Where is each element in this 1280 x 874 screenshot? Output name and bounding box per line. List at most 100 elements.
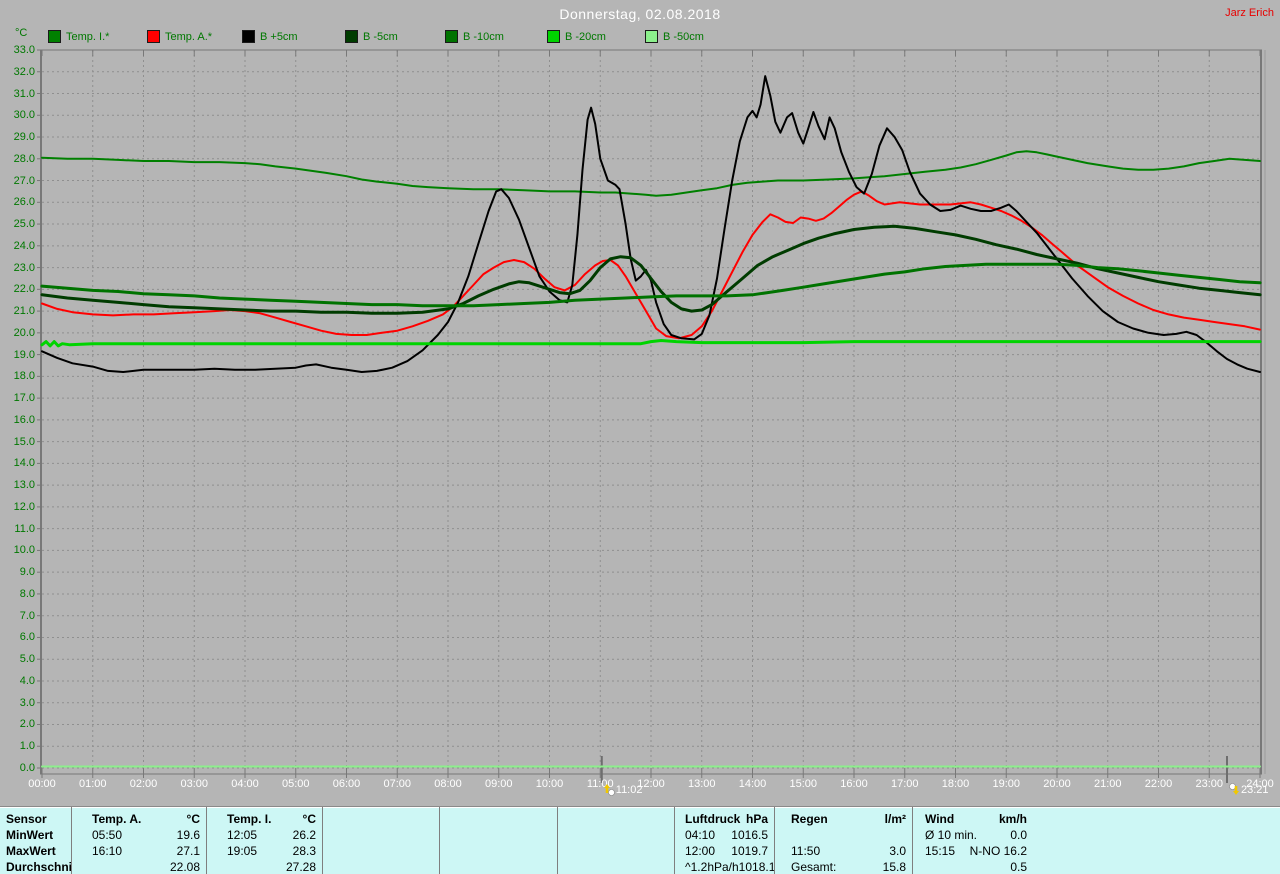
cell-time: Gesamt: [781,859,836,874]
y-tick-label: 12.0 [0,501,35,513]
x-tick-label: 21:00 [1086,778,1130,790]
marker-2321: 23:21 [1228,783,1269,796]
y-tick-label: 10.0 [0,544,35,556]
table-row-label: MinWert [0,827,71,843]
table-cell-row: 16:1027.1 [72,843,206,859]
marker-time-label: 11:02 [616,784,643,796]
x-tick-label: 23:00 [1187,778,1231,790]
table-cell-row: 12:0526.2 [207,827,322,843]
table-cell-row [558,827,674,843]
table-column-temp-i: Temp. I.°C12:0526.219:0528.327.28 [207,807,323,874]
table-cell-row: 04:101016.5 [675,827,774,843]
cell-time: 05:50 [78,827,122,843]
x-tick-label: 10:00 [528,778,572,790]
table-cell-row [323,827,439,843]
x-tick-label: 16:00 [832,778,876,790]
table-cell-row [440,843,557,859]
y-tick-label: 30.0 [0,109,35,121]
column-title: Regen [781,811,828,827]
moonset-icon [1228,783,1240,796]
cell-value: 0.5 [1010,859,1027,874]
table-column-header [440,811,557,827]
y-tick-label: 0.0 [0,762,35,774]
x-tick-label: 02:00 [122,778,166,790]
table-cell-row [323,859,439,874]
cell-time [919,859,925,874]
table-row-label: Durchschnitt [0,859,71,874]
table-column-sensor: SensorMinWertMaxWertDurchschnitt [0,807,72,874]
cell-value: 19.6 [177,827,200,843]
table-column-header [323,811,439,827]
y-tick-label: 16.0 [0,414,35,426]
table-column-header: Regenl/m² [775,811,912,827]
table-column-luftdruck: LuftdruckhPa04:101016.512:001019.7^1.2hP… [675,807,775,874]
table-column-empty-1 [323,807,440,874]
y-tick-label: 14.0 [0,457,35,469]
x-tick-label: 17:00 [883,778,927,790]
table-column-header: Temp. A.°C [72,811,206,827]
y-tick-label: 28.0 [0,153,35,165]
cell-value: 28.3 [293,843,316,859]
table-cell-row: 19:0528.3 [207,843,322,859]
table-cell-row [440,859,557,874]
table-cell-row [558,843,674,859]
y-tick-label: 6.0 [0,631,35,643]
table-row-label: MaxWert [0,843,71,859]
table-cell-row: 15:15 N-NO 16.2 [913,843,1033,859]
temperature-chart [0,0,1280,800]
y-tick-label: 25.0 [0,218,35,230]
y-tick-label: 1.0 [0,740,35,752]
column-unit: hPa [746,811,768,827]
y-tick-label: 15.0 [0,436,35,448]
table-cell-row: 27.28 [207,859,322,874]
table-cell-row: Ø 10 min.0.0 [913,827,1033,843]
cell-time: Ø 10 min. [919,827,977,843]
cell-value: 3.0 [889,843,906,859]
x-tick-label: 00:00 [20,778,64,790]
x-tick-label: 13:00 [680,778,724,790]
y-tick-label: 24.0 [0,240,35,252]
table-column-content: Windkm/hØ 10 min.0.015:15N-NO 16.20.5 [913,811,1033,874]
x-tick-label: 19:00 [984,778,1028,790]
cell-time [78,859,92,874]
table-cell-row: Gesamt:15.8 [775,859,912,874]
table-cell-row: ^1.2hPa/h1018.1 [675,859,774,874]
cell-time: 15:15 [919,843,955,859]
table-cell-row [323,843,439,859]
x-tick-label: 01:00 [71,778,115,790]
cell-value: 1018.1 [739,859,774,874]
series-temp-i [42,151,1260,196]
cell-time: 16:10 [78,843,122,859]
x-tick-label: 08:00 [426,778,470,790]
cell-value: N-NO 16.2 [970,843,1027,859]
cell-time: 12:00 [681,843,715,859]
table-column-header: Luftdruck hPa [675,811,774,827]
x-tick-label: 22:00 [1137,778,1181,790]
x-tick-label: 15:00 [781,778,825,790]
cell-value: 27.28 [286,859,316,874]
y-tick-label: 7.0 [0,610,35,622]
y-tick-label: 27.0 [0,175,35,187]
table-row-label: Sensor [0,811,71,827]
cell-time [781,827,791,843]
marker-time-label: 23:21 [1241,784,1269,796]
table-column-temp-a: Temp. A.°C05:50 19.616:1027.122.08 [72,807,207,874]
cell-time [213,859,227,874]
x-tick-label: 06:00 [325,778,369,790]
cell-value: 22.08 [170,859,200,874]
x-tick-label: 04:00 [223,778,267,790]
y-tick-label: 23.0 [0,262,35,274]
y-tick-label: 26.0 [0,196,35,208]
y-tick-label: 17.0 [0,392,35,404]
column-title: Luftdruck [681,811,740,827]
table-column-empty-3 [558,807,675,874]
table-cell-row [558,859,674,874]
table-cell-row [775,827,912,843]
y-tick-label: 2.0 [0,718,35,730]
table-cell-row: 05:50 19.6 [72,827,206,843]
statistics-table: SensorMinWertMaxWertDurchschnittTemp. A.… [0,806,1280,874]
cell-time: 04:10 [681,827,715,843]
table-cell-row: 22.08 [72,859,206,874]
y-tick-label: 19.0 [0,349,35,361]
y-tick-label: 8.0 [0,588,35,600]
